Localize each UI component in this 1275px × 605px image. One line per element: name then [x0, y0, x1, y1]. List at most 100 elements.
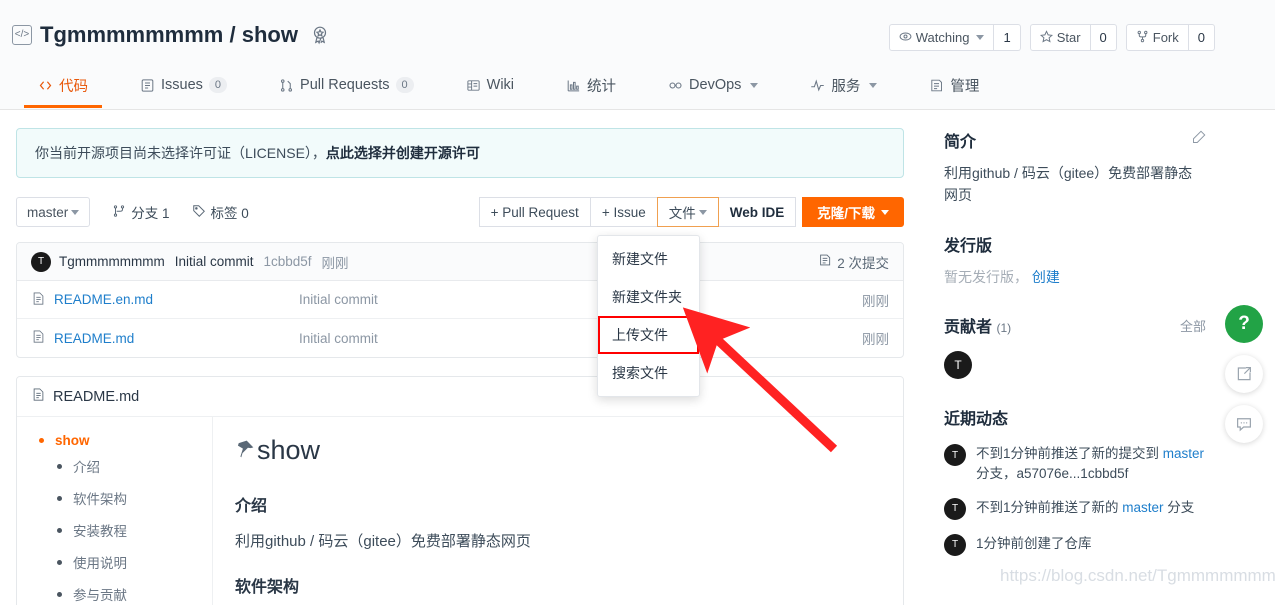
file-text-icon	[31, 291, 46, 309]
toc-item-architecture[interactable]: 软件架构	[17, 482, 212, 514]
commit-count-link[interactable]: 2 次提交	[818, 252, 889, 272]
file-name-link[interactable]: README.en.md	[54, 292, 299, 307]
tag-icon	[192, 204, 206, 221]
star-button-group[interactable]: Star 0	[1029, 24, 1117, 51]
toc-item-usage[interactable]: 使用说明	[17, 546, 212, 578]
edit-pencil-icon[interactable]	[1191, 130, 1206, 150]
branch-selector[interactable]: master	[16, 197, 91, 227]
license-banner: 你当前开源项目尚未选择许可证（LICENSE）， 点此选择并创建开源许可	[16, 128, 904, 178]
toc-item-install[interactable]: 安装教程	[17, 514, 212, 546]
activity-suffix: 分支	[1163, 499, 1195, 515]
toc-item-intro[interactable]: 介绍	[17, 450, 212, 482]
contributors-all-link[interactable]: 全部	[1180, 316, 1206, 335]
activity-title: 近期动态	[944, 411, 1009, 429]
file-dropdown-menu: 新建文件 新建文件夹 上传文件 搜索文件	[597, 235, 700, 397]
bullet-icon	[39, 438, 44, 443]
file-row[interactable]: README.en.md Initial commit 刚刚	[17, 281, 903, 319]
file-menu-label: 文件	[668, 206, 696, 221]
fork-button[interactable]: Fork	[1125, 24, 1189, 51]
commit-author[interactable]: Tgmmmmmmmm	[59, 254, 165, 269]
activity-text: 不到1分钟前推送了新的 master 分支	[976, 498, 1194, 518]
activity-prefix: 不到1分钟前推送了新的提交到	[976, 446, 1163, 462]
tags-link[interactable]: 标签 0	[192, 202, 249, 222]
file-commit-message[interactable]: Initial commit	[299, 292, 862, 307]
tab-label: 统计	[587, 78, 617, 95]
file-time: 刚刚	[862, 293, 889, 309]
clone-label: 克隆/下载	[817, 206, 875, 221]
contributors-title-wrap: 贡献者 (1)	[944, 313, 1011, 337]
branch-selector-label: master	[27, 204, 69, 220]
web-ide-button[interactable]: Web IDE	[717, 197, 797, 227]
new-issue-button[interactable]: + Issue	[589, 197, 658, 227]
feedback-icon[interactable]	[1225, 405, 1263, 443]
bullet-icon	[57, 495, 62, 501]
contributors-title: 贡献者	[944, 319, 993, 337]
share-icon[interactable]	[1225, 355, 1263, 393]
about-text: 利用github / 码云（gitee）免费部署静态网页	[944, 165, 1193, 203]
branches-link[interactable]: 分支 1	[112, 202, 170, 222]
watching-button-group[interactable]: Watching 1	[888, 24, 1021, 51]
release-header: 发行版	[944, 232, 1206, 256]
watching-count[interactable]: 1	[994, 24, 1021, 51]
file-name-link[interactable]: README.md	[54, 331, 299, 346]
file-list-panel: T Tgmmmmmmmm Initial commit 1cbbd5f 刚刚 2…	[16, 242, 904, 358]
tab-issues[interactable]: Issues 0	[114, 62, 253, 108]
tab-wiki[interactable]: Wiki	[440, 62, 540, 108]
release-create-link[interactable]: 创建	[1032, 269, 1060, 285]
repo-nav-tabs: 代码 Issues 0 Pull Requests 0 Wiki 统计 DevO…	[0, 62, 1275, 110]
issues-count: 0	[208, 77, 228, 93]
watching-button[interactable]: Watching	[888, 24, 995, 51]
help-icon[interactable]: ?	[1225, 305, 1263, 343]
tab-services[interactable]: 服务	[784, 62, 903, 108]
file-menu-button[interactable]: 文件	[656, 197, 719, 227]
license-create-link[interactable]: 点此选择并创建开源许可	[326, 143, 480, 163]
code-brackets-icon: </>	[12, 25, 32, 45]
tab-pull-requests[interactable]: Pull Requests 0	[253, 62, 440, 108]
menu-item-search-file[interactable]: 搜索文件	[598, 354, 699, 392]
chevron-down-icon	[750, 82, 759, 88]
fork-button-group[interactable]: Fork 0	[1125, 24, 1215, 51]
commit-message[interactable]: Initial commit	[175, 254, 254, 269]
toc-label: 参与贡献	[73, 588, 127, 603]
tab-manage[interactable]: 管理	[903, 62, 1005, 108]
file-text-icon	[31, 329, 46, 347]
activity-header: 近期动态	[944, 405, 1206, 429]
activity-branch[interactable]: master	[1122, 500, 1163, 515]
pin-icon	[235, 435, 255, 466]
star-label: Star	[1056, 30, 1081, 45]
tab-code[interactable]: 代码	[12, 62, 114, 108]
readme-body: show 介绍 软件架构 安装教程 使用说明 参与贡献 show 介绍 利用gi…	[17, 417, 903, 605]
toc-item-show[interactable]: show	[17, 431, 212, 450]
menu-item-upload-file[interactable]: 上传文件	[598, 316, 699, 354]
clone-download-button[interactable]: 克隆/下载	[802, 197, 904, 227]
repo-header: </> Tgmmmmmmmm / show Watching 1 Star 0 …	[0, 0, 1275, 110]
branches-label: 分支 1	[131, 206, 170, 221]
commit-time: 刚刚	[321, 255, 349, 271]
chevron-down-icon	[698, 209, 707, 215]
menu-item-new-file[interactable]: 新建文件	[598, 240, 699, 278]
about-header: 简介	[944, 128, 1206, 152]
activity-branch[interactable]: master	[1163, 446, 1204, 461]
file-row[interactable]: README.md Initial commit 刚刚	[17, 319, 903, 357]
tab-label: Wiki	[486, 77, 515, 93]
toc-item-contribute[interactable]: 参与贡献	[17, 578, 212, 605]
toc-label: show	[55, 433, 90, 448]
tab-devops[interactable]: DevOps	[642, 62, 784, 108]
star-button[interactable]: Star	[1029, 24, 1091, 51]
tab-statistics[interactable]: 统计	[540, 62, 642, 108]
tab-label: DevOps	[689, 77, 742, 93]
avatar[interactable]: T	[944, 351, 972, 380]
file-commit-message[interactable]: Initial commit	[299, 331, 862, 346]
new-pull-request-button[interactable]: + Pull Request	[478, 197, 591, 227]
activity-prefix: 不到1分钟前推送了新的	[976, 499, 1123, 515]
chevron-down-icon	[976, 35, 985, 40]
menu-item-new-folder[interactable]: 新建文件夹	[598, 278, 699, 316]
floating-action-stack: ?	[1225, 305, 1263, 443]
page-title[interactable]: Tgmmmmmmmm / show	[40, 22, 298, 48]
chevron-down-icon	[869, 82, 878, 88]
fork-count[interactable]: 0	[1188, 24, 1215, 51]
activity-item: T 不到1分钟前推送了新的 master 分支	[944, 497, 1206, 520]
commit-sha[interactable]: 1cbbd5f	[264, 254, 312, 269]
star-count[interactable]: 0	[1090, 24, 1117, 51]
star-icon	[1039, 30, 1053, 45]
